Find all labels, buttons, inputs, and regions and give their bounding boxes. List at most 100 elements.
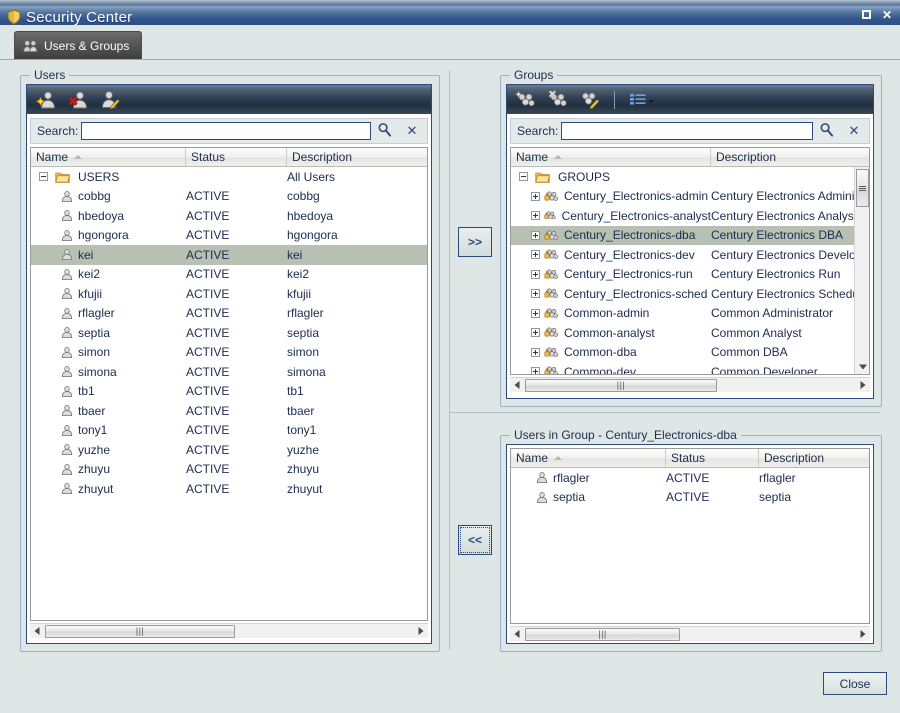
users-search-input[interactable] — [81, 122, 371, 140]
users-hscrollbar[interactable]: ||| — [30, 623, 428, 638]
users-table-row[interactable]: tb1 ACTIVE tb1 — [31, 382, 427, 402]
user-name-label: kei2 — [78, 267, 101, 282]
view-list-dropdown-icon — [630, 93, 654, 105]
add-group-button[interactable] — [514, 89, 537, 111]
expand-toggle-icon[interactable] — [531, 250, 540, 260]
groups-vscroll-thumb[interactable] — [856, 169, 869, 207]
users-table-row[interactable]: septia ACTIVE septia — [31, 323, 427, 343]
users-table-row[interactable]: rflagler ACTIVE rflagler — [31, 304, 427, 324]
view-list-dropdown-button[interactable] — [628, 89, 658, 111]
edit-group-button[interactable] — [579, 89, 601, 111]
users-table-row[interactable]: kfujii ACTIVE kfujii — [31, 284, 427, 304]
groups-table-row[interactable]: Common-analyst Common Analyst — [511, 323, 854, 343]
groups-table-row[interactable]: Century_Electronics-dev Century Electroni… — [511, 245, 854, 265]
groups-table-row[interactable]: Century_Electronics-analyst Century Elect… — [511, 206, 854, 226]
users-table-row[interactable]: tbaer ACTIVE tbaer — [31, 401, 427, 421]
groups-table-row[interactable]: Common-dba Common DBA — [511, 343, 854, 363]
groups-hscroll-left-arrow[interactable] — [510, 378, 525, 393]
magnifier-icon — [378, 123, 391, 137]
groups-table-row[interactable]: Common-dev Common Developer — [511, 362, 854, 374]
groups-table-row[interactable]: Century_Electronics-admin Century Electro… — [511, 187, 854, 207]
groups-table-row[interactable]: Century_Electronics-dba Century Electroni… — [511, 225, 854, 245]
users-table-row[interactable]: hbedoya ACTIVE hbedoya — [31, 206, 427, 226]
users-column-description[interactable]: Description — [287, 148, 427, 166]
users-table-row[interactable]: simon ACTIVE simon — [31, 343, 427, 363]
users-in-group-column-status[interactable]: Status — [666, 449, 759, 467]
groups-groupbox-legend: Groups — [510, 68, 558, 82]
users-table-row[interactable]: cobbg ACTIVE cobbg — [31, 187, 427, 207]
close-button[interactable]: Close — [823, 672, 887, 695]
toolbar-separator — [614, 90, 615, 109]
user-name-label: zhuyut — [78, 481, 114, 496]
groups-column-name[interactable]: Name — [511, 148, 711, 166]
groups-vscrollbar[interactable] — [854, 167, 869, 374]
add-to-group-button[interactable]: >> — [458, 227, 492, 257]
users-hscroll-thumb[interactable]: ||| — [45, 624, 235, 638]
expand-toggle-icon[interactable] — [531, 269, 540, 279]
groups-tree-root-row[interactable]: GROUPS — [511, 167, 854, 187]
users-table-row[interactable]: yuzhe ACTIVE yuzhe — [31, 440, 427, 460]
groups-hscrollbar[interactable]: ||| — [510, 377, 870, 392]
tab-users-and-groups[interactable]: Users & Groups — [14, 31, 143, 59]
groups-search-go-button[interactable] — [813, 122, 839, 140]
expand-toggle-icon[interactable] — [531, 328, 540, 338]
user-name-label: zhuyu — [78, 462, 111, 477]
users-table-row[interactable]: kei ACTIVE kei — [31, 245, 427, 265]
user-name-label: kei — [78, 247, 94, 262]
users-search-go-button[interactable] — [371, 122, 397, 140]
users-hscroll-right-arrow[interactable] — [413, 624, 428, 639]
users-column-status[interactable]: Status — [186, 148, 287, 166]
users-table-row[interactable]: hgongora ACTIVE hgongora — [31, 226, 427, 246]
group-name-label: Century_Electronics-run — [564, 267, 693, 282]
expand-toggle-icon[interactable] — [531, 211, 540, 221]
expand-toggle-icon[interactable] — [531, 367, 540, 374]
uig-hscroll-thumb[interactable]: ||| — [525, 627, 680, 641]
users-table-row[interactable]: zhuyu ACTIVE zhuyu — [31, 460, 427, 480]
uig-hscroll-right-arrow[interactable] — [855, 627, 870, 642]
users-table-row[interactable]: kei2 ACTIVE kei2 — [31, 265, 427, 285]
expand-toggle-icon[interactable] — [531, 308, 540, 318]
user-icon — [61, 366, 73, 378]
delete-user-button[interactable] — [67, 89, 89, 111]
users-column-name-label: Name — [36, 150, 69, 164]
user-name-cell: septia — [31, 326, 186, 340]
groups-hscroll-right-arrow[interactable] — [855, 378, 870, 393]
users-table-row[interactable]: zhuyut ACTIVE zhuyut — [31, 479, 427, 499]
uig-hscroll-left-arrow[interactable] — [510, 627, 525, 642]
users-table-row[interactable]: simona ACTIVE simona — [31, 362, 427, 382]
close-button-label: Close — [839, 676, 871, 691]
users-in-group-table-row[interactable]: rflagler ACTIVE rflagler — [511, 468, 869, 488]
groups-vscroll-down-arrow[interactable] — [855, 359, 869, 374]
maximize-button[interactable] — [861, 9, 871, 21]
users-hscroll-left-arrow[interactable] — [30, 624, 45, 639]
remove-from-group-button[interactable]: << — [458, 525, 492, 555]
edit-user-button[interactable] — [99, 89, 121, 111]
group-description-cell: Century Electronics Developer — [711, 247, 854, 262]
users-tree-root-row[interactable]: USERS All Users — [31, 167, 427, 187]
add-user-button[interactable] — [35, 89, 57, 111]
users-column-name[interactable]: Name — [31, 148, 186, 166]
users-in-group-column-description[interactable]: Description — [759, 449, 869, 467]
groups-table-row[interactable]: Common-admin Common Administrator — [511, 304, 854, 324]
groups-hscroll-thumb[interactable]: ||| — [525, 378, 717, 392]
users-table-row[interactable]: tony1 ACTIVE tony1 — [31, 421, 427, 441]
collapse-toggle-icon[interactable] — [39, 172, 48, 182]
groups-column-description[interactable]: Description — [711, 148, 854, 166]
close-window-button[interactable]: ✕ — [882, 9, 892, 21]
expand-toggle-icon[interactable] — [531, 191, 540, 201]
users-search-clear-button[interactable]: ✕ — [397, 123, 427, 139]
expand-toggle-icon[interactable] — [531, 289, 540, 299]
groups-table-row[interactable]: Century_Electronics-sched Century Electro… — [511, 284, 854, 304]
group-description-cell: Century Electronics Analyst — [711, 208, 854, 223]
expand-toggle-icon[interactable] — [531, 347, 540, 357]
groups-search-input[interactable] — [561, 122, 813, 140]
users-in-group-hscrollbar[interactable]: ||| — [510, 626, 870, 641]
collapse-toggle-icon[interactable] — [519, 172, 528, 182]
user-name-cell: simon — [31, 345, 186, 359]
groups-table-row[interactable]: Century_Electronics-run Century Electroni… — [511, 265, 854, 285]
users-in-group-table-row[interactable]: septia ACTIVE septia — [511, 488, 869, 508]
delete-group-button[interactable] — [547, 89, 569, 111]
expand-toggle-icon[interactable] — [531, 230, 540, 240]
groups-search-clear-button[interactable]: ✕ — [839, 123, 869, 139]
users-in-group-column-name[interactable]: Name — [511, 449, 666, 467]
